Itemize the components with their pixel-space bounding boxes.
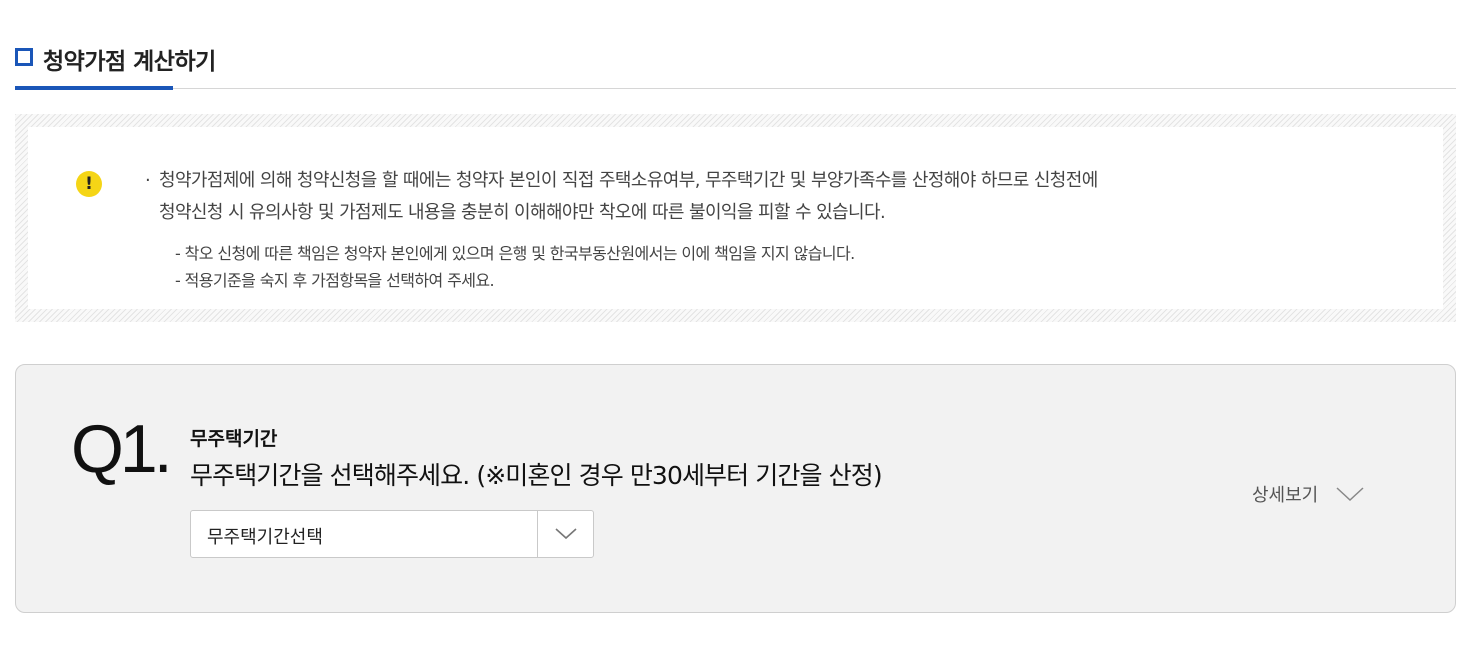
notice-sub-line: - 적용기준을 숙지 후 가점항목을 선택하여 주세요. — [175, 271, 495, 290]
question-number: Q1. — [71, 411, 173, 487]
question-card: Q1. 무주택기간 무주택기간을 선택해주세요. (※미혼인 경우 만30세부터… — [15, 364, 1456, 613]
notice-content: ! · 청약가점제에 의해 청약신청을 할 때에는 청약자 본인이 직접 주택소… — [28, 127, 1443, 309]
notice-main-text: · 청약가점제에 의해 청약신청을 할 때에는 청약자 본인이 직접 주택소유여… — [145, 165, 1339, 229]
title-square-icon — [15, 48, 33, 66]
detail-label: 상세보기 — [1252, 485, 1319, 506]
detail-view-button[interactable]: 상세보기 — [1252, 481, 1364, 507]
title-underline — [15, 86, 173, 90]
page-title: 청약가점 계산하기 — [43, 49, 216, 75]
notice-box: ! · 청약가점제에 의해 청약신청을 할 때에는 청약자 본인이 직접 주택소… — [15, 114, 1456, 322]
section-header: 청약가점 계산하기 — [15, 38, 1456, 90]
bullet-dot: · — [145, 170, 151, 191]
period-select[interactable]: 무주택기간선택 — [190, 510, 594, 558]
notice-sub-text: - 착오 신청에 따른 책임은 청약자 본인에게 있으며 은행 및 한국부동산원… — [175, 240, 855, 294]
notice-line: 청약신청 시 유의사항 및 가점제도 내용을 충분히 이해해야만 착오에 따른 … — [159, 202, 886, 223]
chevron-down-icon — [1336, 486, 1364, 502]
question-description: 무주택기간을 선택해주세요. (※미혼인 경우 만30세부터 기간을 산정) — [190, 461, 883, 490]
chevron-down-icon — [554, 528, 577, 540]
question-heading: 무주택기간 — [190, 428, 278, 450]
notice-line: 청약가점제에 의해 청약신청을 할 때에는 청약자 본인이 직접 주택소유여부,… — [159, 170, 1098, 191]
exclamation-icon: ! — [76, 171, 102, 197]
notice-sub-line: - 착오 신청에 따른 책임은 청약자 본인에게 있으며 은행 및 한국부동산원… — [175, 244, 855, 263]
select-value: 무주택기간선택 — [207, 527, 323, 548]
select-toggle[interactable] — [537, 511, 593, 557]
